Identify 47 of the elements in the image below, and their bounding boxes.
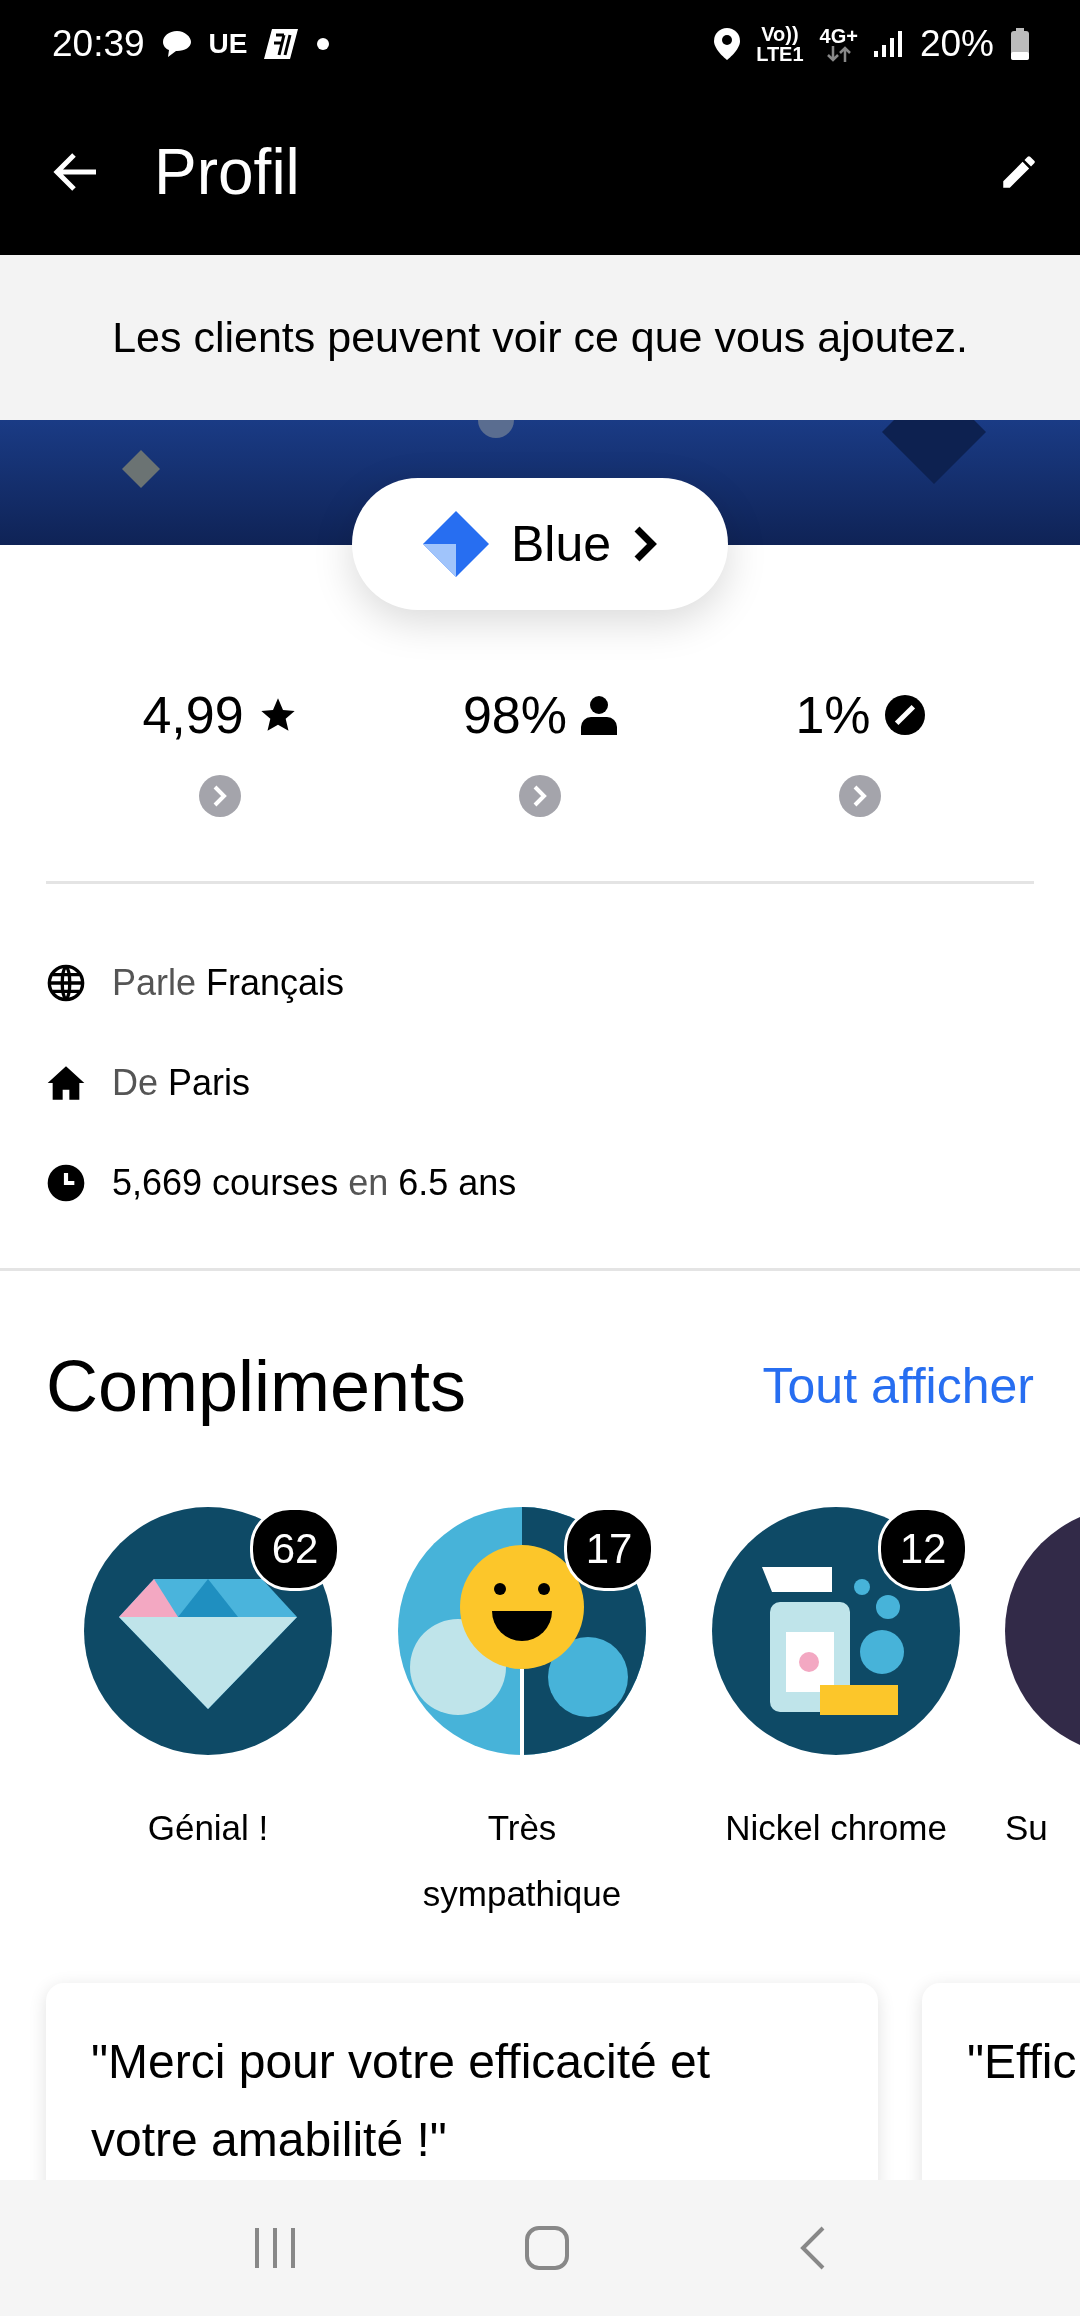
- app-logo-icon: [263, 27, 300, 61]
- diamond-shape-icon: [122, 450, 160, 488]
- compliment-label: Nickel chrome: [725, 1807, 947, 1849]
- review-text: "Merci pour votre efficacité et votre amabilité !": [91, 2034, 712, 2168]
- message-icon: [160, 29, 193, 59]
- stat-value: 1%: [795, 685, 871, 745]
- back-button[interactable]: [52, 151, 98, 192]
- diamond-icon: [422, 511, 489, 577]
- clock-icon: [46, 1163, 86, 1203]
- details-button[interactable]: [519, 775, 561, 817]
- battery-icon: [1010, 28, 1030, 60]
- stat-value: 4,99: [142, 685, 244, 745]
- recent-apps-button[interactable]: [253, 2226, 298, 2270]
- globe-icon: [46, 963, 86, 1003]
- count-badge: 17: [564, 1507, 654, 1591]
- lte-label: LTE1: [756, 44, 804, 64]
- section-title: Compliments: [46, 1345, 467, 1427]
- volte-label: Vo)): [761, 24, 799, 44]
- compliment-label: Génial !: [147, 1807, 269, 1849]
- profile-detail: 5,669 courses en 6.5 ans: [112, 1162, 517, 1204]
- details-button[interactable]: [839, 775, 881, 817]
- count-badge: 62: [250, 1507, 340, 1591]
- battery-percent: 20%: [919, 23, 994, 65]
- network-label: 4G+: [819, 26, 858, 46]
- person-icon: [581, 695, 618, 735]
- page-title: Profil: [154, 134, 301, 209]
- review-text: "Effic: [967, 2034, 1078, 2090]
- chevron-icon: [633, 526, 658, 562]
- dot-icon: [315, 37, 330, 51]
- home-button[interactable]: [524, 2225, 570, 2271]
- profile-detail: Parle Français: [112, 962, 345, 1004]
- see-all-link[interactable]: Tout afficher: [762, 1357, 1034, 1415]
- compliment-label: Su: [1005, 1807, 1048, 1849]
- profile-detail: De Paris: [112, 1062, 251, 1104]
- cancel-icon: [884, 695, 925, 735]
- stat-value: 98%: [462, 685, 568, 745]
- data-arrows-icon: [825, 46, 852, 62]
- clock-time: 20:39: [52, 23, 145, 65]
- signal-icon: [873, 29, 904, 59]
- visibility-notice: Les clients peuvent voir ce que vous ajoutez.: [112, 313, 968, 362]
- location-icon: [714, 28, 741, 60]
- details-button[interactable]: [199, 775, 241, 817]
- notification-label: UE: [208, 28, 248, 60]
- count-badge: 12: [878, 1507, 968, 1591]
- tier-button[interactable]: Blue: [352, 478, 728, 610]
- compliment-label: Très sympathique: [421, 1807, 623, 1915]
- circle-shape-icon: [478, 420, 514, 438]
